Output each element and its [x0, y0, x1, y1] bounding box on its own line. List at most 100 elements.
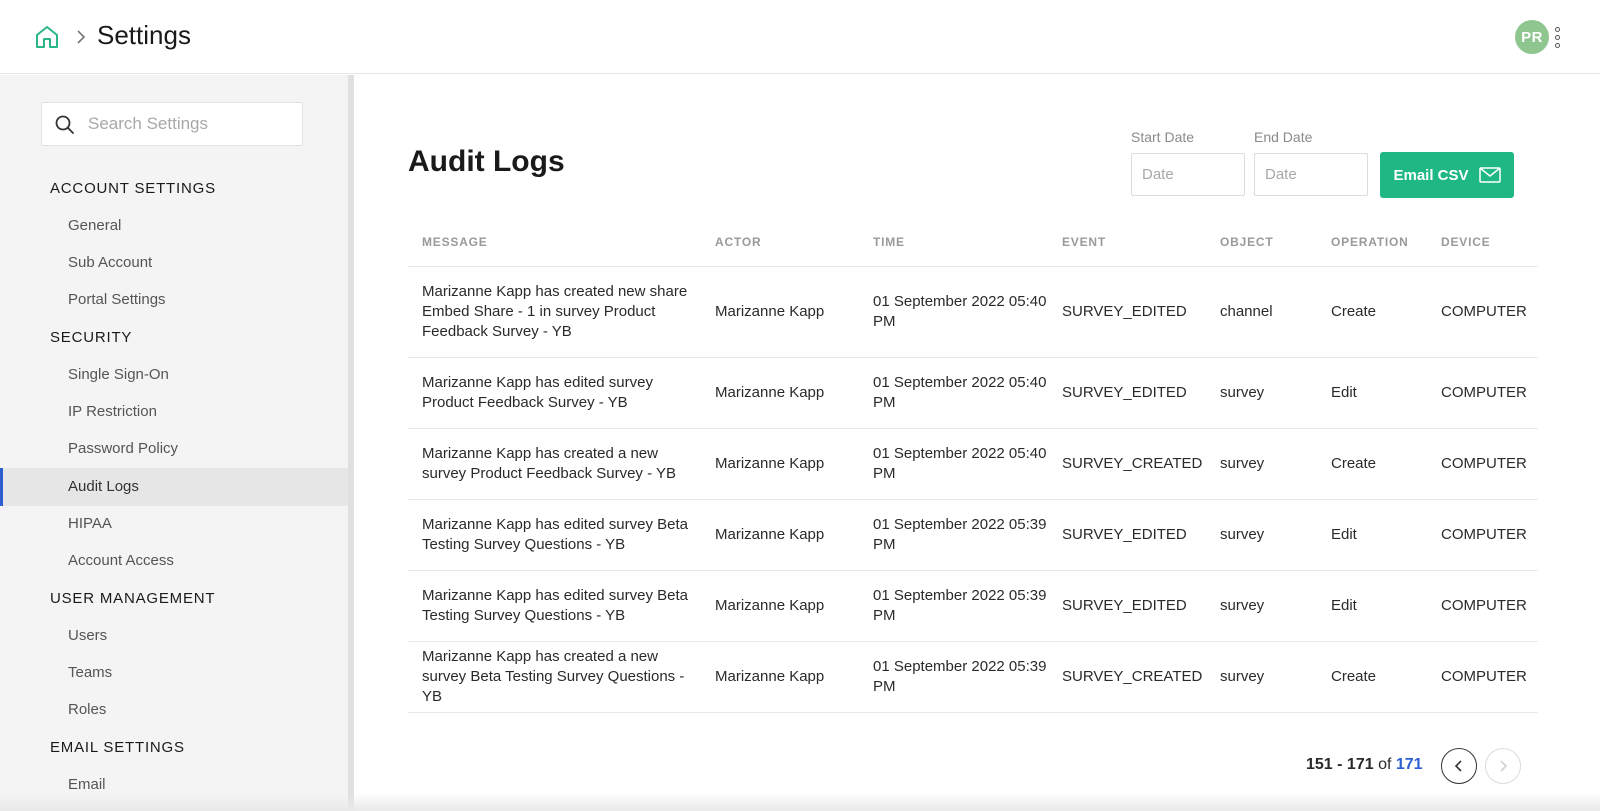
column-header-operation: OPERATION: [1331, 235, 1409, 249]
cell-message: Marizanne Kapp has created a new survey …: [422, 445, 677, 482]
search-input[interactable]: [88, 103, 298, 145]
avatar[interactable]: PR: [1515, 20, 1549, 54]
next-page-button[interactable]: [1485, 748, 1521, 784]
search-box: [41, 102, 303, 146]
top-header: Settings PR: [0, 0, 1600, 74]
mail-icon: [1478, 167, 1501, 183]
cell-event: SURVEY_EDITED: [1062, 303, 1187, 320]
column-header-message: MESSAGE: [422, 235, 488, 249]
audit-log-table: MESSAGE ACTOR TIME EVENT OBJECT OPERATIO…: [408, 215, 1538, 713]
column-header-time: TIME: [873, 235, 905, 249]
sidebar-item-single-sign-on[interactable]: Single Sign-On: [0, 356, 348, 394]
cell-operation: Create: [1331, 303, 1377, 320]
cell-object: survey: [1220, 597, 1265, 614]
sidebar-item-portal-settings[interactable]: Portal Settings: [0, 281, 348, 319]
cell-object: channel: [1220, 303, 1273, 320]
bottom-scroll-fade: [0, 793, 1600, 811]
cell-time: 01 September 2022 05:39 PM: [873, 516, 1047, 553]
table-row: Marizanne Kapp has created a new survey …: [408, 642, 1538, 713]
sidebar-item-general[interactable]: General: [0, 207, 348, 245]
sidebar-item-account-access[interactable]: Account Access: [0, 542, 348, 580]
cell-time: 01 September 2022 05:40 PM: [873, 374, 1047, 411]
cell-operation: Edit: [1331, 384, 1357, 401]
table-row: Marizanne Kapp has edited survey Beta Te…: [408, 571, 1538, 642]
cell-object: survey: [1220, 455, 1265, 472]
sidebar-item-password-policy[interactable]: Password Policy: [0, 430, 348, 468]
cell-object: survey: [1220, 384, 1265, 401]
cell-time: 01 September 2022 05:40 PM: [873, 293, 1047, 330]
cell-message: Marizanne Kapp has edited survey Beta Te…: [422, 587, 688, 624]
cell-device: COMPUTER: [1441, 526, 1527, 543]
cell-message: Marizanne Kapp has created new share Emb…: [422, 283, 688, 340]
pagination-info: 151 - 171 of 171: [1306, 756, 1423, 774]
cell-message: Marizanne Kapp has edited survey Beta Te…: [422, 516, 688, 553]
page-title: Settings: [97, 20, 191, 50]
cell-actor: Marizanne Kapp: [715, 384, 825, 401]
cell-operation: Edit: [1331, 526, 1357, 543]
start-date-input[interactable]: [1131, 153, 1245, 196]
settings-sidebar: ACCOUNT SETTINGS General Sub Account Por…: [0, 75, 348, 811]
cell-time: 01 September 2022 05:39 PM: [873, 587, 1047, 624]
content-title: Audit Logs: [408, 145, 565, 178]
chevron-right-icon: [1500, 760, 1508, 772]
end-date-label: End Date: [1254, 129, 1313, 145]
sidebar-item-sub-account[interactable]: Sub Account: [0, 244, 348, 282]
sidebar-item-roles[interactable]: Roles: [0, 691, 348, 729]
sidebar-item-hipaa[interactable]: HIPAA: [0, 505, 348, 543]
cell-device: COMPUTER: [1441, 668, 1527, 685]
cell-operation: Create: [1331, 455, 1377, 472]
column-header-actor: ACTOR: [715, 235, 762, 249]
cell-actor: Marizanne Kapp: [715, 668, 825, 685]
cell-event: SURVEY_CREATED: [1062, 455, 1203, 472]
chevron-right-icon: [77, 30, 86, 44]
cell-device: COMPUTER: [1441, 455, 1527, 472]
table-header: MESSAGE ACTOR TIME EVENT OBJECT OPERATIO…: [408, 215, 1538, 267]
cell-device: COMPUTER: [1441, 384, 1527, 401]
cell-operation: Create: [1331, 668, 1377, 685]
table-row: Marizanne Kapp has created new share Emb…: [408, 267, 1538, 358]
start-date-label: Start Date: [1131, 129, 1195, 145]
cell-object: survey: [1220, 526, 1265, 543]
end-date-input[interactable]: [1254, 153, 1368, 196]
home-icon[interactable]: [34, 24, 60, 50]
email-csv-button[interactable]: Email CSV: [1380, 152, 1514, 198]
cell-event: SURVEY_EDITED: [1062, 384, 1187, 401]
cell-event: SURVEY_EDITED: [1062, 526, 1187, 543]
cell-time: 01 September 2022 05:40 PM: [873, 445, 1047, 482]
section-email-settings: EMAIL SETTINGS: [50, 739, 185, 756]
pagination-total[interactable]: 171: [1396, 756, 1423, 773]
cell-actor: Marizanne Kapp: [715, 597, 825, 614]
cell-device: COMPUTER: [1441, 597, 1527, 614]
cell-actor: Marizanne Kapp: [715, 303, 825, 320]
cell-message: Marizanne Kapp has edited survey Product…: [422, 374, 653, 411]
cell-actor: Marizanne Kapp: [715, 455, 825, 472]
main-content: Audit Logs Start Date End Date Email CSV…: [354, 75, 1590, 811]
more-options-icon[interactable]: [1552, 24, 1562, 50]
section-account-settings: ACCOUNT SETTINGS: [50, 180, 216, 197]
cell-device: COMPUTER: [1441, 303, 1527, 320]
search-icon: [55, 115, 74, 134]
table-row: Marizanne Kapp has edited survey Beta Te…: [408, 500, 1538, 571]
section-security: SECURITY: [50, 329, 133, 346]
table-row: Marizanne Kapp has created a new survey …: [408, 429, 1538, 500]
previous-page-button[interactable]: [1441, 748, 1477, 784]
table-row: Marizanne Kapp has edited survey Product…: [408, 358, 1538, 429]
section-user-management: USER MANAGEMENT: [50, 590, 216, 607]
sidebar-item-users[interactable]: Users: [0, 617, 348, 655]
chevron-left-icon: [1454, 760, 1462, 772]
cell-actor: Marizanne Kapp: [715, 526, 825, 543]
table-body: Marizanne Kapp has created new share Emb…: [408, 267, 1538, 713]
sidebar-item-ip-restriction[interactable]: IP Restriction: [0, 393, 348, 431]
sidebar-item-teams[interactable]: Teams: [0, 654, 348, 692]
sidebar-item-audit-logs[interactable]: Audit Logs: [0, 468, 348, 506]
cell-event: SURVEY_CREATED: [1062, 668, 1203, 685]
pagination-of: of: [1378, 756, 1392, 773]
column-header-device: DEVICE: [1441, 235, 1491, 249]
cell-operation: Edit: [1331, 597, 1357, 614]
pagination-range: 151 - 171: [1306, 756, 1374, 773]
cell-event: SURVEY_EDITED: [1062, 597, 1187, 614]
cell-message: Marizanne Kapp has created a new survey …: [422, 648, 685, 705]
cell-object: survey: [1220, 668, 1265, 685]
cell-time: 01 September 2022 05:39 PM: [873, 658, 1047, 695]
column-header-event: EVENT: [1062, 235, 1107, 249]
